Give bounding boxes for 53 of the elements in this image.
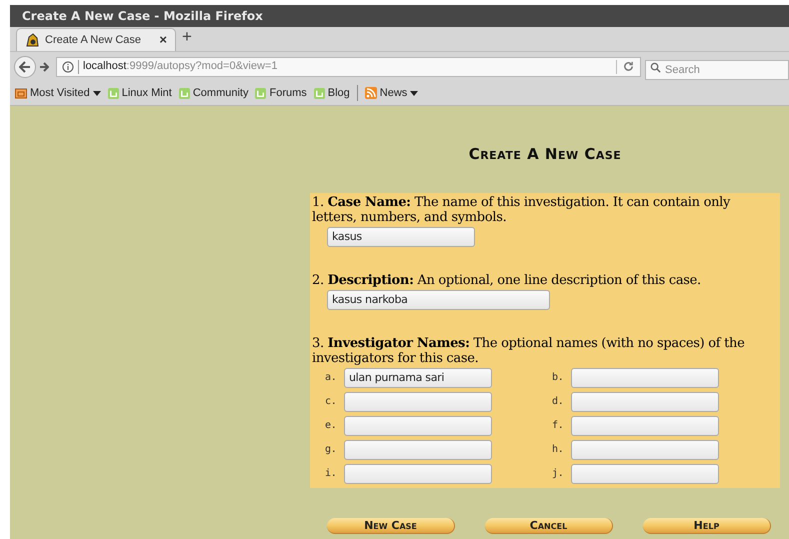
info-icon xyxy=(62,60,74,72)
field-description: 2. Description: An optional, one line description of this case. xyxy=(311,272,702,288)
back-arrow-icon xyxy=(19,60,31,72)
search-field[interactable]: Search xyxy=(645,60,789,80)
folder-icon xyxy=(15,87,27,99)
rss-icon xyxy=(364,87,377,99)
field-description: 3. Investigator Names: The optional names (with no spaces) of the investigators for this case. xyxy=(311,336,746,366)
search-icon xyxy=(650,62,661,72)
text-field[interactable]: kasus xyxy=(327,226,475,246)
field-letter: a. xyxy=(325,371,338,385)
text-field[interactable] xyxy=(344,392,492,412)
text-field[interactable] xyxy=(344,440,492,460)
address-bar[interactable]: localhost:9999/autopsy?mod=0&view=1 xyxy=(56,56,641,76)
bookmark-item[interactable]: Linux Mint xyxy=(108,84,172,102)
field-letter: b. xyxy=(552,371,564,385)
field-letter: d. xyxy=(552,395,564,409)
page-heading: Create A New Case xyxy=(468,144,622,165)
field-letter: e. xyxy=(325,419,338,433)
form-button[interactable]: New Case xyxy=(327,518,455,534)
text-field[interactable]: kasus narkoba xyxy=(327,290,550,310)
field-letter: h. xyxy=(552,443,564,457)
forward-arrow-icon xyxy=(39,62,49,72)
text-field[interactable] xyxy=(571,464,719,484)
field-letter: f. xyxy=(552,419,564,433)
text-field[interactable] xyxy=(571,416,719,436)
bookmark-item[interactable]: Community xyxy=(178,84,248,102)
text-field[interactable] xyxy=(344,464,492,484)
bookmark-item[interactable]: Blog xyxy=(314,84,350,102)
dropdown-caret-icon xyxy=(92,90,101,96)
text-field[interactable] xyxy=(571,392,719,412)
dropdown-caret-icon xyxy=(410,90,418,96)
form-button[interactable]: Help xyxy=(643,518,771,534)
text-field[interactable] xyxy=(571,368,719,388)
bookmark-item[interactable]: News xyxy=(364,84,418,102)
url-text: localhost:9999/autopsy?mod=0&view=1 xyxy=(83,59,278,74)
browser-tab[interactable]: Create A New Case × xyxy=(16,28,176,51)
field-letter: i. xyxy=(325,467,338,481)
text-field[interactable] xyxy=(571,440,719,460)
bookmark-item[interactable]: Forums xyxy=(255,84,307,102)
close-tab-button[interactable]: × xyxy=(159,30,167,50)
reload-icon[interactable] xyxy=(623,61,634,72)
bookmark-item[interactable]: Most Visited xyxy=(15,84,101,102)
window-title: Create A New Case - Mozilla Firefox xyxy=(22,8,263,25)
field-letter: c. xyxy=(325,395,338,409)
text-field[interactable]: ulan purnama sari xyxy=(344,368,492,388)
tab-title: Create A New Case xyxy=(45,32,142,48)
form-button[interactable]: Cancel xyxy=(485,518,613,534)
new-tab-button[interactable]: + xyxy=(182,24,192,49)
field-description: 1. Case Name: The name of this investigation. It can contain only letters, numbers, and symbols. xyxy=(311,194,732,224)
text-field[interactable] xyxy=(344,416,492,436)
field-letter: j. xyxy=(552,467,564,481)
field-letter: g. xyxy=(325,443,338,457)
back-button[interactable] xyxy=(14,56,36,78)
